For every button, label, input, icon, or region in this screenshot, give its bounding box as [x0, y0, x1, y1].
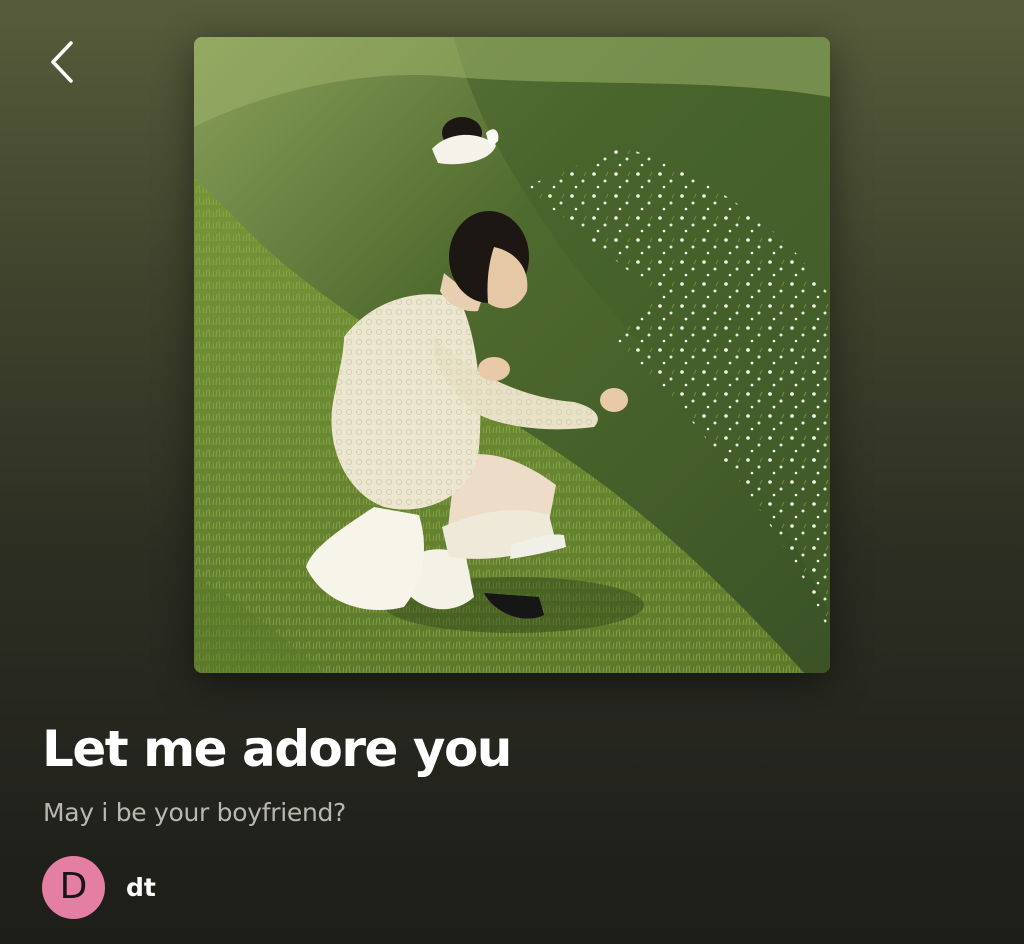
playlist-cover-image [194, 37, 830, 673]
back-button[interactable] [40, 38, 84, 90]
owner-initial: D [59, 866, 88, 907]
chevron-left-icon [47, 39, 77, 89]
owner-avatar[interactable]: D [42, 855, 105, 919]
playlist-title: Let me adore you [42, 720, 512, 778]
playlist-owner[interactable]: D dt [42, 855, 156, 919]
owner-name[interactable]: dt [126, 873, 156, 902]
playlist-description: May i be your boyfriend? [43, 798, 347, 827]
